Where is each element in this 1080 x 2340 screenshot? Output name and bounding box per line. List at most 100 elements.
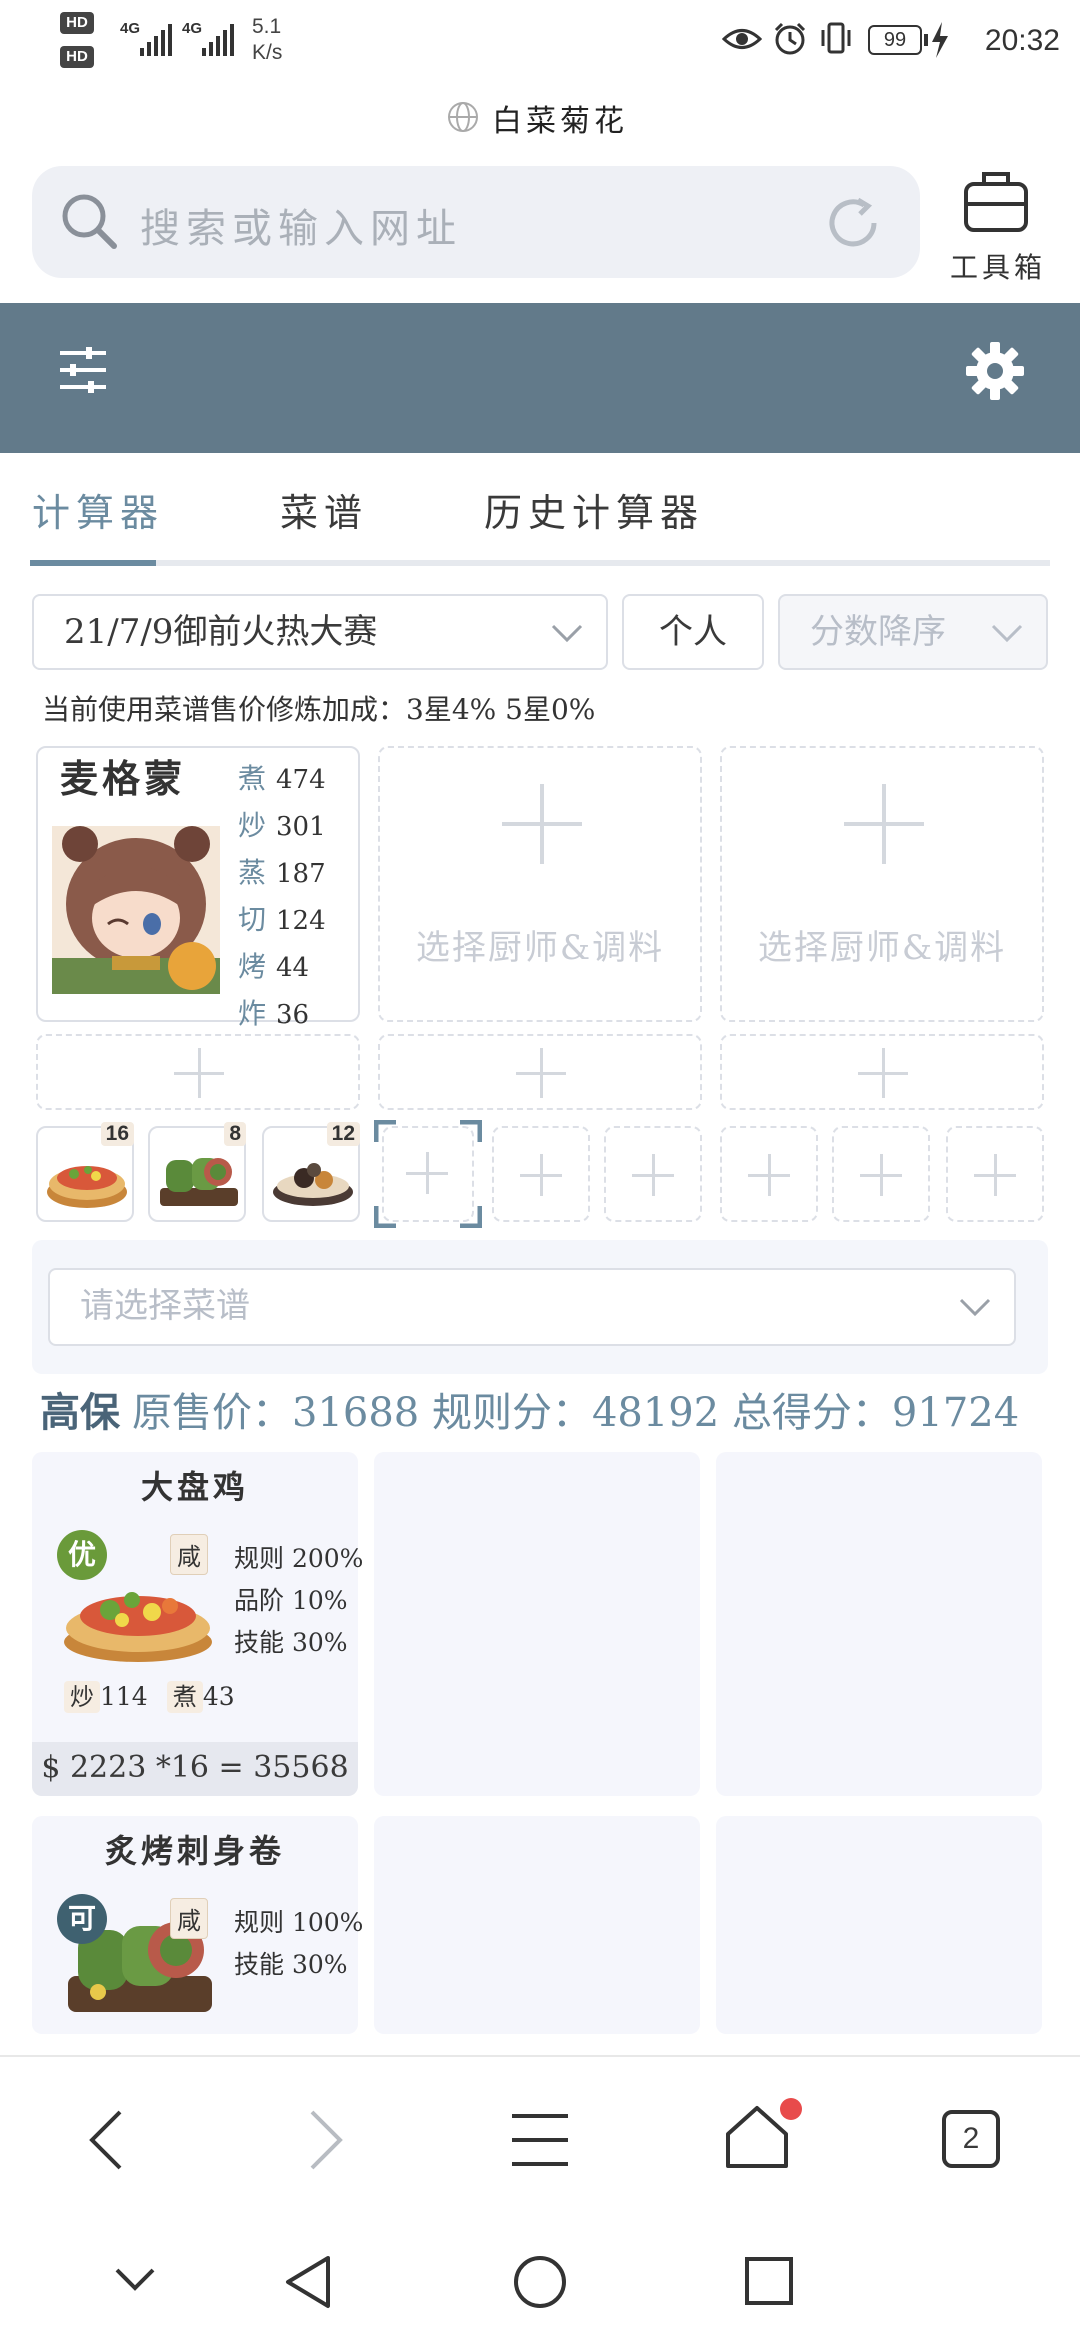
home-icon[interactable] — [724, 2104, 790, 2170]
req-skill-value: 43 — [202, 1682, 235, 1711]
add-icon — [520, 1154, 562, 1196]
chef-skills: 煮 474 炒 301 蒸 187 切 124 烤 44 炸 36 — [238, 756, 326, 1038]
chef-name: 麦格蒙 — [60, 756, 187, 801]
tab-recipes[interactable]: 菜谱 — [280, 482, 368, 537]
add-icon — [860, 1154, 902, 1196]
event-select[interactable]: 21/7/9御前火热大赛 — [32, 594, 608, 670]
grade-badge: 优 — [57, 1530, 107, 1580]
price-line: $ 2223 *16 = 35568 — [32, 1742, 358, 1796]
gear-icon[interactable] — [966, 342, 1024, 400]
collapse-chevron-icon[interactable] — [114, 2266, 156, 2292]
score-summary: 高保 原售价：31688 规则分：48192 总得分：91724 — [40, 1380, 1019, 1438]
flavor-tag: 咸 — [170, 1898, 208, 1939]
system-recents-icon[interactable] — [744, 2256, 794, 2306]
system-back-icon[interactable] — [282, 2254, 334, 2310]
stat-line: 规则 200% — [234, 1544, 364, 1573]
dish-slot-7[interactable] — [720, 1126, 818, 1222]
tabs-count-button[interactable]: 2 — [942, 2110, 1000, 2168]
tab-history-calculator[interactable]: 历史计算器 — [484, 482, 704, 537]
dish-count: 12 — [326, 1122, 360, 1146]
signal-type-1: 4G — [120, 20, 141, 37]
page-title: 白菜菊花 — [492, 104, 628, 139]
dish-slot-8[interactable] — [832, 1126, 930, 1222]
req-skill-value: 114 — [100, 1682, 148, 1711]
flavor-tag: 咸 — [170, 1534, 208, 1575]
sort-select[interactable]: 分数降序 — [778, 594, 1048, 670]
equipment-slot-1[interactable] — [36, 1034, 360, 1110]
back-arrow-icon[interactable] — [86, 2108, 126, 2172]
dish-name: 大盘鸡 — [140, 1468, 249, 1506]
signal-strength-2-icon — [202, 24, 234, 56]
add-icon — [844, 784, 924, 864]
dish-bonus-stats: 规则 200% 品阶 10% 技能 30% — [234, 1538, 363, 1664]
skill-row: 切 124 — [238, 903, 326, 936]
stat-line: 技能 30% — [234, 1950, 348, 1979]
result-card-empty — [716, 1452, 1042, 1796]
result-card-empty — [716, 1816, 1042, 2034]
stat-line: 技能 30% — [234, 1628, 348, 1657]
toolbox-icon[interactable] — [962, 166, 1030, 236]
settings-sliders-icon[interactable] — [58, 345, 108, 395]
eye-comfort-icon — [722, 29, 762, 49]
dish-slot-9[interactable] — [946, 1126, 1044, 1222]
equipment-slot-3[interactable] — [720, 1034, 1044, 1110]
system-home-icon[interactable] — [512, 2254, 568, 2310]
skill-row: 炸 36 — [238, 997, 310, 1030]
dish-slot-2[interactable]: 8 — [148, 1122, 246, 1222]
req-skill-key: 煮 — [166, 1681, 203, 1713]
add-icon — [748, 1154, 790, 1196]
dish-count: 16 — [100, 1122, 134, 1146]
dish-slot-3[interactable]: 12 — [262, 1122, 360, 1222]
dish-slot-5[interactable] — [492, 1126, 590, 1222]
dish-image-grilled-sashimi-roll — [160, 1158, 238, 1206]
recipe-select-placeholder: 请选择菜谱 — [80, 1286, 250, 1326]
refresh-icon[interactable] — [824, 194, 882, 252]
mode-select-value: 个人 — [659, 612, 727, 652]
forward-arrow-icon[interactable] — [306, 2108, 346, 2172]
equipment-slot-2[interactable] — [378, 1034, 702, 1110]
skill-row: 烤 44 — [238, 950, 310, 983]
stat-line: 规则 100% — [234, 1908, 364, 1937]
network-speed: 5.1 K/s — [252, 15, 283, 64]
dish-slot-4-selected[interactable] — [374, 1120, 482, 1228]
tab-calculator[interactable]: 计算器 — [32, 482, 164, 537]
vibrate-icon — [821, 22, 851, 54]
signal-type-2: 4G — [182, 20, 203, 37]
chef-portrait — [52, 826, 220, 994]
event-select-value: 21/7/9御前火热大赛 — [64, 612, 378, 652]
dish-slot-1[interactable]: 16 — [36, 1122, 134, 1222]
empty-slot-label: 选择厨师&调料 — [757, 928, 1007, 968]
selection-brackets-icon — [374, 1120, 482, 1228]
req-skill-key: 炒 — [64, 1681, 100, 1713]
recipe-select[interactable]: 请选择菜谱 — [48, 1268, 1016, 1346]
empty-chef-slot-2[interactable]: 选择厨师&调料 — [378, 746, 702, 1022]
menu-icon[interactable] — [510, 2110, 570, 2170]
charging-icon — [932, 22, 948, 58]
skill-row: 煮 474 — [238, 762, 326, 795]
dish-image-stew — [273, 1163, 353, 1206]
search-icon — [62, 194, 117, 249]
bonus-text: 当前使用菜谱售价修炼加成：3星4% 5星0% — [42, 693, 596, 726]
chevron-down-icon — [991, 624, 1023, 643]
add-icon — [632, 1154, 674, 1196]
score-text: 原售价：31688 规则分：48192 总得分：91724 — [132, 1390, 1020, 1436]
dish-image-big-plate-chicken — [47, 1166, 127, 1208]
address-placeholder[interactable]: 搜索或输入网址 — [140, 196, 462, 254]
alarm-icon — [774, 22, 806, 55]
tab-active-indicator — [30, 560, 156, 566]
signal-strength-1-icon — [140, 24, 172, 56]
empty-slot-label: 选择厨师&调料 — [415, 928, 665, 968]
toolbox-label[interactable]: 工具箱 — [950, 246, 1046, 286]
skill-requirements: 炒 114 煮 43 — [64, 1676, 235, 1718]
mode-select[interactable]: 个人 — [622, 594, 764, 670]
add-icon — [502, 784, 582, 864]
empty-chef-slot-3[interactable]: 选择厨师&调料 — [720, 746, 1044, 1022]
dish-slot-6[interactable] — [604, 1126, 702, 1222]
stat-line: 品阶 10% — [234, 1586, 348, 1615]
add-icon — [516, 1048, 566, 1098]
hd1-badge: HD 1 — [60, 12, 94, 53]
grade-badge: 可 — [57, 1894, 107, 1944]
app-header — [0, 303, 1080, 453]
notification-dot — [780, 2098, 802, 2120]
guarantee-level: 高保 — [40, 1389, 120, 1436]
